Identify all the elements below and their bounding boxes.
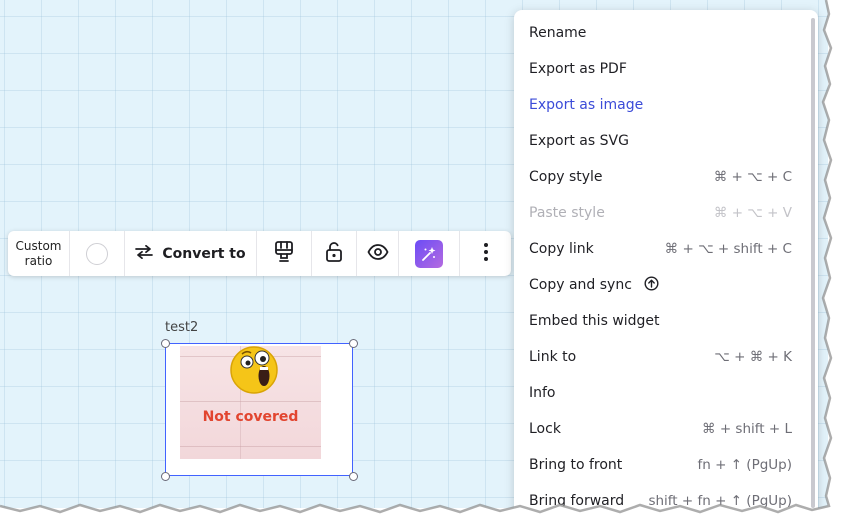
stamp-icon [274, 240, 294, 267]
custom-ratio-button[interactable]: Custom ratio [8, 231, 70, 276]
stamp-button[interactable] [257, 231, 312, 276]
swap-arrows-icon [135, 244, 154, 263]
convert-to-label: Convert to [162, 245, 246, 262]
menu-item-label: Embed this widget [529, 313, 660, 329]
menu-item-label-group: Copy and sync [529, 275, 659, 295]
menu-item-shortcut: shift + fn + ↑ (PgUp) [648, 493, 792, 509]
menu-item-shortcut: ⌘ + ⌥ + V [713, 205, 792, 221]
menu-item-label: Link to [529, 349, 577, 365]
unlock-icon [325, 241, 343, 266]
menu-item-export-pdf[interactable]: Export as PDF [529, 51, 792, 87]
eye-icon [366, 243, 389, 264]
ai-assist-button[interactable] [399, 231, 460, 276]
menu-item-shortcut: ⌥ + ⌘ + K [714, 349, 792, 365]
menu-item-label: Paste style [529, 205, 605, 221]
menu-item-paste-style[interactable]: Paste style ⌘ + ⌥ + V [529, 195, 792, 231]
ai-sparkle-icon [415, 239, 443, 268]
widget-toolbar: Custom ratio Convert to [8, 231, 511, 276]
menu-item-export-image[interactable]: Export as image [529, 87, 792, 123]
menu-item-shortcut: ⌘ + ⌥ + shift + C [664, 241, 792, 257]
lock-button[interactable] [312, 231, 357, 276]
context-menu: Rename Export as PDF Export as image Exp… [514, 10, 818, 520]
menu-item-bring-to-front[interactable]: Bring to front fn + ↑ (PgUp) [529, 447, 792, 483]
resize-handle-top-right[interactable] [349, 339, 358, 348]
menu-item-label: Copy link [529, 241, 594, 257]
ratio-label-line1: Custom [15, 238, 62, 253]
image-caption: Not covered [202, 409, 299, 425]
menu-item-label: Copy and sync [529, 277, 632, 293]
menu-item-copy-and-sync[interactable]: Copy and sync [529, 267, 792, 303]
menu-item-copy-link[interactable]: Copy link ⌘ + ⌥ + shift + C [529, 231, 792, 267]
resize-handle-bottom-left[interactable] [161, 472, 170, 481]
menu-item-label: Lock [529, 421, 561, 437]
resize-handle-top-left[interactable] [161, 339, 170, 348]
menu-item-label: Bring forward [529, 493, 625, 509]
menu-item-bring-forward[interactable]: Bring forward shift + fn + ↑ (PgUp) [529, 483, 792, 519]
widget-title: test2 [165, 320, 199, 335]
menu-item-export-svg[interactable]: Export as SVG [529, 123, 792, 159]
menu-item-embed-widget[interactable]: Embed this widget [529, 303, 792, 339]
menu-item-label: Rename [529, 25, 587, 41]
menu-item-link-to[interactable]: Link to ⌥ + ⌘ + K [529, 339, 792, 375]
shocked-emoji-icon [229, 346, 281, 400]
color-picker-button[interactable] [70, 231, 125, 276]
menu-item-copy-style[interactable]: Copy style ⌘ + ⌥ + C [529, 159, 792, 195]
ratio-label-line2: ratio [24, 253, 53, 268]
more-vertical-icon [483, 242, 489, 266]
upgrade-arrow-icon [644, 275, 659, 295]
menu-item-label: Bring to front [529, 457, 623, 473]
convert-to-button[interactable]: Convert to [125, 231, 257, 276]
menu-item-label: Export as image [529, 97, 644, 113]
preview-button[interactable] [357, 231, 399, 276]
menu-item-info[interactable]: Info [529, 375, 792, 411]
resize-handle-bottom-right[interactable] [349, 472, 358, 481]
menu-item-shortcut: ⌘ + ⌥ + C [713, 169, 792, 185]
widget-image: Not covered [180, 346, 321, 459]
more-options-button[interactable] [460, 231, 511, 276]
menu-item-lock[interactable]: Lock ⌘ + shift + L [529, 411, 792, 447]
menu-item-label: Info [529, 385, 556, 401]
color-swatch [86, 242, 108, 265]
menu-scrollbar[interactable] [811, 18, 815, 508]
menu-item-label: Copy style [529, 169, 603, 185]
menu-item-label: Export as PDF [529, 61, 627, 77]
menu-item-rename[interactable]: Rename [529, 15, 792, 51]
menu-item-label: Export as SVG [529, 133, 629, 149]
menu-item-shortcut: ⌘ + shift + L [702, 421, 792, 437]
menu-item-shortcut: fn + ↑ (PgUp) [697, 457, 793, 473]
